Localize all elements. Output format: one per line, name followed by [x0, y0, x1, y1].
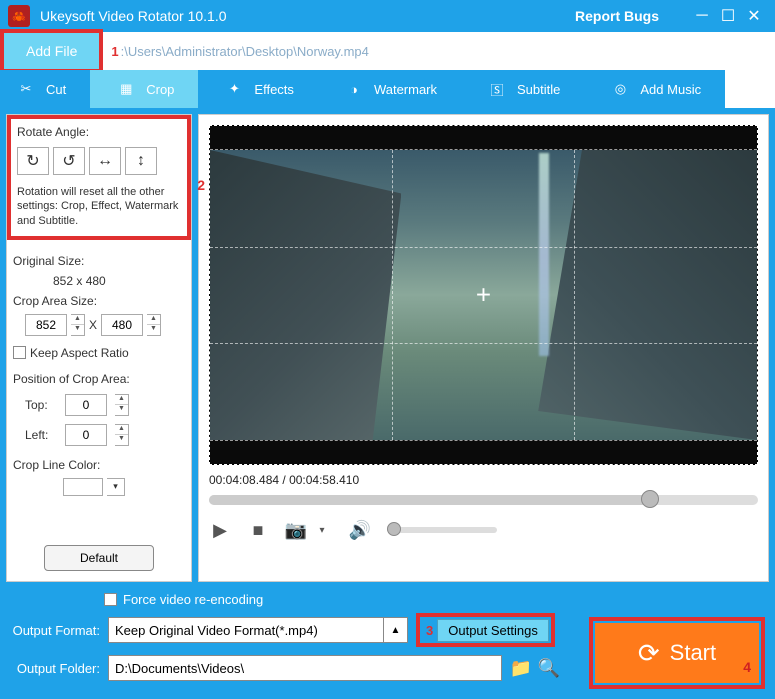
minimize-button[interactable]: ─ [689, 5, 715, 27]
tab-watermark[interactable]: ◑Watermark [318, 70, 461, 108]
volume-handle[interactable] [387, 522, 401, 536]
annotation-3: 3 [426, 623, 433, 638]
tab-effects[interactable]: ✦Effects [198, 70, 318, 108]
rotate-warning-text: Rotation will reset all the other settin… [17, 185, 181, 228]
crop-line-color-swatch[interactable] [63, 478, 103, 496]
original-size-value: 852 x 480 [53, 274, 185, 288]
rotate-section: Rotate Angle: ↻ ↺ ↔ ↕ Rotation will rese… [7, 115, 191, 240]
preview-panel: + 00:04:08.484 / 00:04:58.410 ▶ ■ 📷 ▾ 🔊 [198, 114, 769, 582]
droplet-icon: ◑ [342, 77, 366, 101]
volume-icon[interactable]: 🔊 [349, 519, 371, 541]
crop-center-icon: + [476, 280, 491, 311]
crop-top-spinner[interactable]: ▲▼ [115, 394, 129, 416]
tab-bar: ✂Cut ▦Crop ✦Effects ◑Watermark 🅂Subtitle… [0, 70, 775, 108]
force-reencode-label: Force video re-encoding [123, 592, 263, 607]
rotate-angle-label: Rotate Angle: [17, 125, 181, 139]
sparkle-icon: ✦ [222, 77, 246, 101]
force-reencode-checkbox[interactable] [104, 593, 117, 606]
crop-line-color-label: Crop Line Color: [13, 458, 185, 472]
volume-slider[interactable] [387, 527, 497, 533]
left-label: Left: [25, 428, 57, 442]
settings-panel: Rotate Angle: ↻ ↺ ↔ ↕ Rotation will rese… [6, 114, 192, 582]
flip-horizontal-button[interactable]: ↔ [89, 147, 121, 175]
crop-top-input[interactable] [65, 394, 107, 416]
file-path-display: 1 :\Users\Administrator\Desktop\Norway.m… [111, 44, 369, 59]
rotate-cw-button[interactable]: ↻ [17, 147, 49, 175]
crop-left-spinner[interactable]: ▲▼ [115, 424, 129, 446]
search-icon[interactable]: 🔍 [538, 657, 560, 679]
stop-button[interactable]: ■ [247, 519, 269, 541]
tab-add-music[interactable]: ◎Add Music [584, 70, 725, 108]
snapshot-dropdown-icon[interactable]: ▾ [311, 519, 333, 541]
crop-left-input[interactable] [65, 424, 107, 446]
tab-crop[interactable]: ▦Crop [90, 70, 198, 108]
tab-subtitle[interactable]: 🅂Subtitle [461, 70, 584, 108]
annotation-4: 4 [743, 659, 751, 675]
flip-vertical-button[interactable]: ↕ [125, 147, 157, 175]
close-button[interactable]: ✕ [741, 5, 767, 27]
main-area: Rotate Angle: ↻ ↺ ↔ ↕ Rotation will rese… [0, 108, 775, 588]
app-title: Ukeysoft Video Rotator 10.1.0 [40, 8, 227, 24]
default-button[interactable]: Default [44, 545, 154, 571]
output-format-combo[interactable]: Keep Original Video Format(*.mp4) ▲ [108, 617, 408, 643]
original-size-label: Original Size: [13, 254, 185, 268]
annotation-1: 1 [111, 44, 118, 59]
scissors-icon: ✂ [14, 77, 38, 101]
rotate-ccw-button[interactable]: ↺ [53, 147, 85, 175]
video-preview[interactable]: + [209, 125, 758, 465]
add-file-button[interactable]: Add File [4, 33, 99, 69]
file-path-text: :\Users\Administrator\Desktop\Norway.mp4 [121, 44, 369, 59]
output-settings-button[interactable]: Output Settings [437, 619, 549, 642]
crop-area-size-label: Crop Area Size: [13, 294, 185, 308]
title-bar: 🦀 Ukeysoft Video Rotator 10.1.0 Report B… [0, 0, 775, 32]
crop-height-input[interactable] [101, 314, 143, 336]
crop-width-input[interactable] [25, 314, 67, 336]
report-bugs-link[interactable]: Report Bugs [575, 8, 659, 24]
seek-handle[interactable] [641, 490, 659, 508]
seek-slider[interactable] [209, 495, 758, 505]
app-logo-icon: 🦀 [8, 5, 30, 27]
snapshot-button[interactable]: 📷 [285, 519, 307, 541]
refresh-icon: ⟳ [638, 638, 660, 669]
position-label: Position of Crop Area: [13, 372, 185, 386]
output-format-label: Output Format: [8, 623, 100, 638]
top-label: Top: [25, 398, 57, 412]
start-button[interactable]: ⟳ Start 4 [595, 623, 759, 683]
browse-folder-icon[interactable]: 📁 [510, 657, 532, 679]
crop-width-spinner[interactable]: ▲▼ [71, 314, 85, 336]
music-target-icon: ◎ [608, 77, 632, 101]
maximize-button[interactable]: ☐ [715, 5, 741, 27]
start-button-wrap: ⟳ Start 4 [589, 617, 765, 689]
tab-cut[interactable]: ✂Cut [0, 70, 90, 108]
file-bar: Add File 1 :\Users\Administrator\Desktop… [0, 32, 775, 70]
chevron-up-icon[interactable]: ▲ [383, 618, 407, 642]
output-folder-input[interactable]: D:\Documents\Videos\ [108, 655, 502, 681]
bottom-bar: Force video re-encoding Output Format: K… [0, 588, 775, 699]
play-button[interactable]: ▶ [209, 519, 231, 541]
output-folder-label: Output Folder: [8, 661, 100, 676]
crop-height-spinner[interactable]: ▲▼ [147, 314, 161, 336]
timecode-display: 00:04:08.484 / 00:04:58.410 [209, 473, 758, 487]
keep-aspect-ratio-label: Keep Aspect Ratio [30, 346, 129, 360]
subtitle-icon: 🅂 [485, 77, 509, 101]
crop-icon: ▦ [114, 77, 138, 101]
keep-aspect-ratio-checkbox[interactable] [13, 346, 26, 359]
crop-line-color-dropdown[interactable]: ▾ [107, 478, 125, 496]
annotation-2: 2 [197, 177, 205, 193]
